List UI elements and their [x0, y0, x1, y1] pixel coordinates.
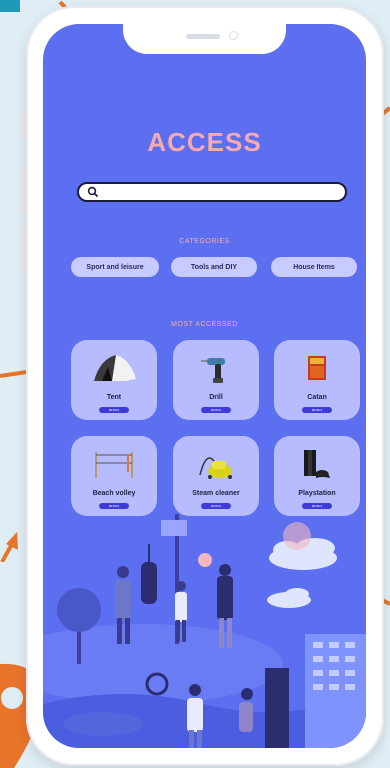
catan-box-icon	[308, 356, 326, 380]
playstation-console-icon	[304, 450, 330, 478]
phone-notch	[123, 24, 286, 54]
item-card-beach-volley[interactable]: Beach volley DETAILS	[71, 436, 157, 516]
volleyball-net-icon	[95, 452, 133, 478]
annotation-arrow-left-lower	[0, 532, 18, 562]
item-card-drill[interactable]: Drill DETAILS	[173, 340, 259, 420]
details-button[interactable]: DETAILS	[201, 407, 231, 413]
details-button[interactable]: DETAILS	[302, 407, 332, 413]
item-card-tent[interactable]: Tent DETAILS	[71, 340, 157, 420]
item-name: Catan	[307, 394, 327, 401]
steam-cleaner-icon	[199, 457, 232, 479]
corner-badge	[0, 0, 20, 12]
details-button[interactable]: DETAILS	[99, 407, 129, 413]
item-name: Beach volley	[92, 490, 136, 497]
camera-icon	[229, 31, 238, 40]
details-button[interactable]: DETAILS	[201, 503, 231, 509]
most-accessed-heading: MOST ACCESSED	[171, 321, 238, 328]
item-card-steam-cleaner[interactable]: Steam cleaner DETAILS	[173, 436, 259, 516]
app-screen: ACCESS CATEGORIES Sport and leisure Tool…	[43, 24, 366, 748]
item-card-playstation[interactable]: Playstation DETAILS	[274, 436, 360, 516]
category-tools-and-diy[interactable]: Tools and DIY	[171, 257, 257, 277]
categories-heading: CATEGORIES	[179, 238, 230, 245]
category-sport-and-leisure[interactable]: Sport and leisure	[71, 257, 159, 277]
search-input[interactable]	[77, 182, 347, 202]
speaker-grille	[186, 34, 220, 39]
details-button[interactable]: DETAILS	[302, 503, 332, 509]
sports-illustration	[43, 514, 366, 748]
item-name: Tent	[106, 394, 122, 401]
details-button[interactable]: DETAILS	[99, 503, 129, 509]
drill-icon	[201, 358, 225, 383]
tent-icon	[94, 355, 136, 381]
category-house-items[interactable]: House Items	[271, 257, 357, 277]
search-icon	[87, 186, 99, 198]
app-title: ACCESS	[147, 127, 262, 157]
cloud-icon	[267, 588, 311, 608]
item-card-catan[interactable]: Catan DETAILS	[274, 340, 360, 420]
item-name: Steam cleaner	[192, 490, 240, 497]
item-name: Drill	[209, 394, 223, 401]
item-name: Playstation	[298, 490, 336, 497]
